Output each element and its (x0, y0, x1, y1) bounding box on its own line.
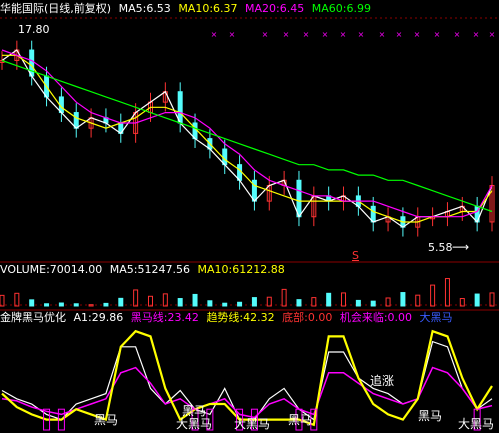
candle-body (192, 122, 198, 140)
volume-bar (192, 293, 198, 307)
signal-x-mark: × (396, 30, 403, 39)
big-legend: 大黑马 (419, 311, 453, 324)
volume-bar (474, 293, 480, 307)
ma-line-ma5 (1, 49, 493, 228)
signal-x-mark: × (340, 30, 347, 39)
signal-x-mark: × (283, 30, 290, 39)
heima-label-4: 黑马 (418, 409, 443, 423)
candle-body (29, 49, 35, 77)
daheima-label-2: 大黑马 (234, 417, 271, 431)
signal-x-mark: × (211, 30, 218, 39)
signal-x-mark: × (434, 30, 441, 39)
volume-bar (0, 294, 5, 307)
daheima-label-1: 大黑马 (176, 417, 213, 431)
candle-body (222, 148, 228, 166)
volume-ma10: MA10:61212.88 (197, 263, 285, 276)
indicator-header: 金牌黑马优化 A1:29.86 黑马线:23.42 趋势线:42.32 底部:0… (0, 311, 457, 325)
volume-bar (326, 292, 332, 307)
ma-lines (1, 49, 493, 228)
ma20-legend: MA20:6.45 (245, 2, 305, 15)
heima-legend: 黑马线:23.42 (130, 311, 199, 324)
signal-x-mark: × (229, 30, 236, 39)
volume-bars (0, 278, 495, 307)
ma-line-ma60 (1, 59, 493, 213)
low-price-label: 5.58 (428, 241, 453, 254)
volume-bar (73, 303, 79, 307)
signal-x-mark: × (303, 30, 310, 39)
volume-bar (370, 300, 376, 307)
high-price-label: 17.80 (18, 23, 50, 36)
heima-label-3: 黑马 (288, 413, 313, 427)
volume-bar (251, 297, 257, 307)
signal-x-mark: × (489, 30, 496, 39)
chance-legend: 机会来临:0.00 (339, 311, 413, 324)
volume-ma5: MA5:51247.56 (109, 263, 190, 276)
volume-bar (103, 302, 109, 307)
volume-bar (29, 299, 35, 307)
volume-bar (281, 288, 287, 307)
volume-bar (222, 302, 228, 307)
indicator-name: 金牌黑马优化 (0, 311, 66, 324)
ma10-legend: MA10:6.37 (178, 2, 238, 15)
volume-bar (58, 302, 64, 307)
zhuizhang-label: 追涨 (370, 374, 395, 388)
bottom-legend: 底部:0.00 (282, 311, 333, 324)
volume-bar (14, 292, 20, 307)
a1-legend: A1:29.86 (73, 311, 124, 324)
signal-x-mark: × (262, 30, 269, 39)
volume-bar (44, 303, 50, 307)
signal-x-mark: × (414, 30, 421, 39)
volume-bar (489, 292, 495, 307)
volume-bar (177, 298, 183, 307)
signal-x-mark: × (379, 30, 386, 39)
trend-legend: 趋势线:42.32 (206, 311, 275, 324)
volume-bar (430, 284, 436, 307)
volume-bar (400, 292, 406, 307)
volume-bar (355, 299, 361, 307)
candle-body (73, 112, 79, 129)
volume-bar (118, 297, 124, 307)
volume-bar (444, 278, 450, 307)
volume-bar (133, 289, 139, 307)
signal-x-mark: × (473, 30, 480, 39)
signal-x-mark: × (454, 30, 461, 39)
stock-title: 华能国际(日线,前复权) (0, 2, 112, 15)
chart-canvas: × × × × × × × × × × × × × × × (0, 17, 499, 431)
volume-bar (237, 301, 243, 307)
volume-bar (415, 294, 421, 307)
volume-bar (296, 299, 302, 307)
candle-body (370, 205, 376, 223)
volume-bar (207, 300, 213, 307)
volume-bar (341, 292, 347, 307)
ma5-legend: MA5:6.53 (118, 2, 171, 15)
ma60-legend: MA60:6.99 (311, 2, 371, 15)
daheima-label-3: 大黑马 (458, 417, 495, 431)
volume-bar (162, 293, 168, 307)
sell-signal-mark: S (352, 249, 359, 262)
volume-header: VOLUME:70014.00 MA5:51247.56 MA10:61212.… (0, 263, 289, 277)
volume-value: VOLUME:70014.00 (0, 263, 103, 276)
price-candles (0, 40, 495, 237)
candle-body (237, 164, 243, 181)
signal-x-mark: × (322, 30, 329, 39)
signal-x-mark: × (358, 30, 365, 39)
price-header: 华能国际(日线,前复权) MA5:6.53 MA10:6.37 MA20:6.4… (0, 2, 375, 16)
candle-body (296, 179, 302, 218)
low-price-arrow: ⟶ (452, 240, 470, 254)
ma-line-ma10 (2, 54, 493, 223)
candle-body (177, 91, 183, 124)
heima-label-1: 黑马 (94, 413, 119, 427)
